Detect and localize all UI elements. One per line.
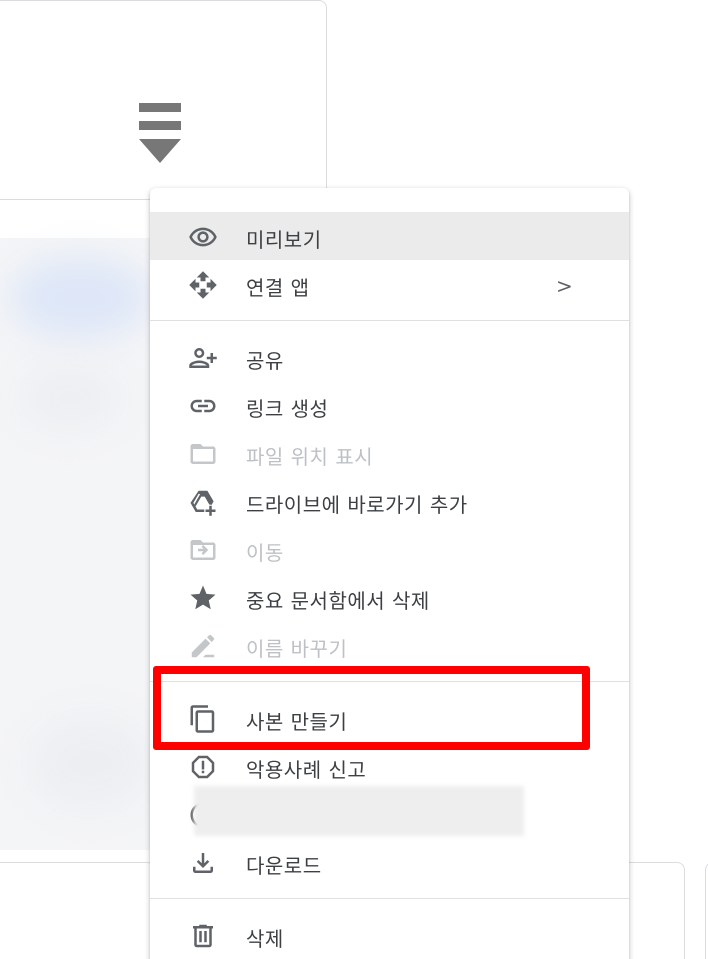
- download-icon: [186, 850, 220, 876]
- menu-item-share[interactable]: 공유: [150, 333, 629, 381]
- eye-icon: [186, 224, 220, 250]
- menu-item-remove-from-starred[interactable]: 중요 문서함에서 삭제: [150, 573, 629, 621]
- file-type-icon: [139, 103, 181, 165]
- folder-icon: [186, 441, 220, 467]
- menu-item-label: 삭제: [246, 927, 284, 951]
- file-card-bottom-left[interactable]: [0, 862, 155, 959]
- menu-divider: [150, 320, 629, 321]
- menu-item-download[interactable]: 다운로드: [150, 838, 629, 886]
- menu-item-rename: 이름 바꾸기: [150, 621, 629, 669]
- menu-divider: [150, 681, 629, 682]
- drive-page: 미리보기 연결 앱 > 공유 링크 생성 파일 위치 표시 드라이브에 바로가기…: [0, 0, 708, 959]
- menu-item-label: 악용사례 신고: [246, 758, 367, 782]
- report-icon: [186, 754, 220, 780]
- move-arrows-icon: [186, 271, 220, 299]
- menu-item-preview[interactable]: 미리보기: [150, 212, 629, 260]
- trash-icon: [186, 923, 220, 949]
- menu-item-label: 다운로드: [246, 854, 322, 878]
- menu-item-label: 사본 만들기: [246, 710, 348, 734]
- menu-item-label: 드라이브에 바로가기 추가: [246, 493, 468, 517]
- menu-item-report-abuse[interactable]: 악용사례 신고: [150, 742, 629, 790]
- menu-item-make-a-copy[interactable]: 사본 만들기: [150, 694, 629, 742]
- redaction-blur: [194, 786, 524, 836]
- menu-item-label: 이름 바꾸기: [246, 637, 348, 661]
- menu-item-move: 이동: [150, 525, 629, 573]
- menu-item-open-with[interactable]: 연결 앱 >: [150, 260, 629, 308]
- folder-move-icon: [186, 537, 220, 563]
- context-menu: 미리보기 연결 앱 > 공유 링크 생성 파일 위치 표시 드라이브에 바로가기…: [150, 188, 629, 959]
- menu-item-label: 이동: [246, 541, 284, 565]
- menu-item-label: 중요 문서함에서 삭제: [246, 589, 430, 613]
- star-icon: [186, 585, 220, 611]
- menu-item-label: 공유: [246, 349, 284, 373]
- pencil-icon: [186, 633, 220, 659]
- copy-icon: [186, 705, 220, 733]
- menu-item-label: 연결 앱: [246, 276, 310, 300]
- menu-item-label: 미리보기: [246, 228, 322, 252]
- menu-item-label: 링크 생성: [246, 397, 329, 421]
- menu-item-label: 파일 위치 표시: [246, 445, 374, 469]
- chevron-right-icon: >: [556, 274, 573, 298]
- drive-add-icon: [186, 489, 220, 516]
- menu-item-get-link[interactable]: 링크 생성: [150, 381, 629, 429]
- file-card[interactable]: [0, 0, 327, 200]
- menu-item-remove[interactable]: 삭제: [150, 911, 629, 959]
- person-add-icon: [186, 345, 220, 371]
- menu-item-add-shortcut[interactable]: 드라이브에 바로가기 추가: [150, 477, 629, 525]
- menu-divider: [150, 898, 629, 899]
- link-icon: [186, 393, 220, 419]
- menu-item-show-file-location: 파일 위치 표시: [150, 429, 629, 477]
